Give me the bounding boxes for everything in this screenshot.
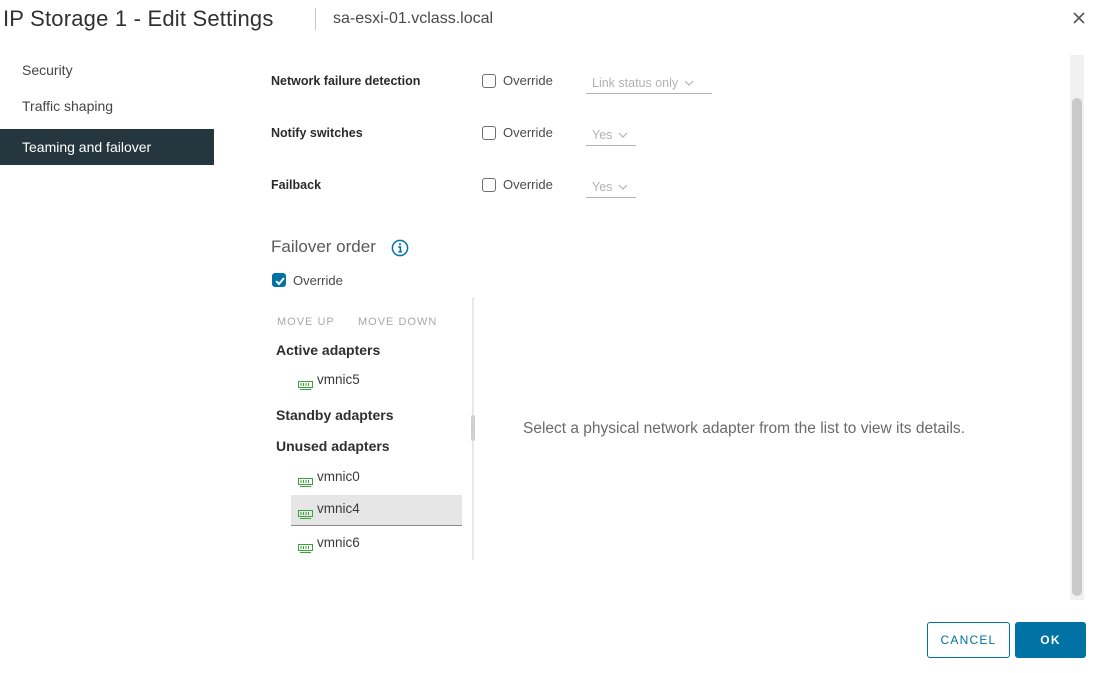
- nav-item-teaming-and-failover[interactable]: Teaming and failover: [0, 129, 214, 165]
- nav-item-label: Security: [22, 62, 73, 78]
- network-adapter-icon: [298, 540, 313, 558]
- notify-switches-label: Notify switches: [271, 126, 363, 140]
- override-label: Override: [503, 73, 553, 88]
- adapter-name: vmnic0: [317, 469, 360, 484]
- adapter-item-vmnic4[interactable]: vmnic4: [291, 495, 462, 526]
- adapter-name: vmnic5: [317, 372, 360, 387]
- failback-select[interactable]: Yes: [586, 176, 636, 198]
- adapter-item-vmnic6[interactable]: vmnic6: [291, 529, 462, 560]
- scrollbar-thumb[interactable]: [1072, 98, 1082, 596]
- override-label: Override: [503, 125, 553, 140]
- nav-item-security[interactable]: Security: [0, 55, 214, 91]
- dialog-title: IP Storage 1 - Edit Settings: [3, 6, 274, 31]
- failover-order-title: Failover order: [271, 237, 376, 256]
- adapter-item-vmnic0[interactable]: vmnic0: [291, 463, 462, 494]
- settings-nav: Security Traffic shaping Teaming and fai…: [0, 55, 214, 165]
- override-label: Override: [293, 273, 343, 288]
- ok-button[interactable]: OK: [1015, 622, 1086, 658]
- nav-item-label: Teaming and failover: [22, 139, 152, 155]
- title-separator: [315, 8, 316, 30]
- network-failure-detection-select[interactable]: Link status only: [586, 72, 712, 94]
- select-value: Yes: [592, 128, 613, 142]
- move-down-button[interactable]: MOVE DOWN: [358, 316, 437, 328]
- network-adapter-icon: [298, 474, 313, 492]
- nav-item-label: Traffic shaping: [22, 98, 114, 114]
- notify-switches-override-checkbox[interactable]: [482, 126, 496, 140]
- failover-order-override-checkbox[interactable]: [272, 273, 286, 287]
- info-icon[interactable]: [391, 239, 409, 257]
- resize-handle[interactable]: [471, 415, 475, 441]
- notify-switches-select[interactable]: Yes: [586, 124, 636, 146]
- adapter-name: vmnic6: [317, 535, 360, 550]
- active-adapters-label: Active adapters: [276, 342, 381, 358]
- cancel-button[interactable]: CANCEL: [927, 622, 1010, 658]
- chevron-down-icon: [618, 124, 628, 144]
- unused-adapters-label: Unused adapters: [276, 438, 390, 454]
- network-failure-detection-override-checkbox[interactable]: [482, 74, 496, 88]
- select-value: Yes: [592, 180, 613, 194]
- network-adapter-icon: [298, 506, 313, 524]
- select-value: Link status only: [592, 76, 679, 90]
- dialog-header: IP Storage 1 - Edit Settings sa-esxi-01.…: [0, 0, 1100, 40]
- adapter-detail-placeholder: Select a physical network adapter from t…: [523, 420, 965, 437]
- chevron-down-icon: [684, 72, 694, 92]
- chevron-down-icon: [618, 176, 628, 196]
- move-up-button[interactable]: MOVE UP: [277, 316, 335, 328]
- failback-override-checkbox[interactable]: [482, 178, 496, 192]
- check-icon: [275, 277, 285, 286]
- network-failure-detection-label: Network failure detection: [271, 74, 421, 88]
- nav-item-traffic-shaping[interactable]: Traffic shaping: [0, 91, 214, 127]
- standby-adapters-label: Standby adapters: [276, 407, 394, 423]
- host-name: sa-esxi-01.vclass.local: [333, 10, 494, 27]
- adapter-name: vmnic4: [317, 501, 360, 516]
- failback-label: Failback: [271, 178, 322, 192]
- override-label: Override: [503, 177, 553, 192]
- network-adapter-icon: [298, 377, 313, 395]
- close-icon[interactable]: [1068, 6, 1090, 28]
- adapter-item-vmnic5[interactable]: vmnic5: [291, 366, 462, 397]
